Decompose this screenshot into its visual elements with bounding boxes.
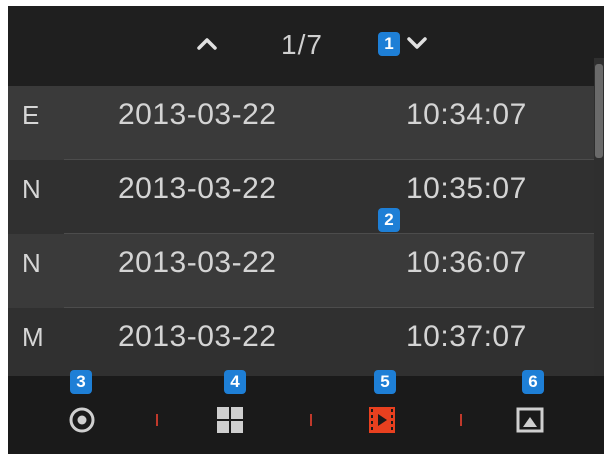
toolbar-divider: [156, 414, 158, 426]
event-date: 2013-03-22: [118, 172, 277, 205]
playback-button[interactable]: [364, 402, 400, 438]
event-type: M: [22, 322, 44, 352]
callout-badge-3: 3: [70, 370, 92, 394]
grid-layout-icon: [217, 407, 243, 433]
page-indicator: 1/7: [281, 29, 323, 60]
chevron-up-icon: [197, 38, 217, 50]
event-type: N: [22, 248, 41, 278]
callout-badge-1: 1: [378, 32, 400, 56]
event-date: 2013-03-22: [118, 320, 277, 353]
list-header: 1/7 1: [8, 6, 604, 86]
event-type: N: [22, 174, 41, 204]
callout-badge-2: 2: [378, 208, 400, 232]
event-time: 10:37:07: [406, 320, 527, 353]
event-row[interactable]: N 2013-03-22 10:36:07: [8, 234, 594, 308]
toolbar-divider: [460, 414, 462, 426]
callout-badge-6: 6: [522, 370, 544, 394]
toolbar-divider: [310, 414, 312, 426]
image-capture-button[interactable]: [512, 402, 548, 438]
page-down-button[interactable]: [402, 28, 432, 58]
event-list-panel: 1/7 1 E 2013-03-22 10:34:07 N 2013-03-22…: [8, 6, 604, 454]
event-row[interactable]: M 2013-03-22 10:37:07: [8, 308, 594, 382]
event-type: E: [22, 100, 40, 130]
scrollbar-thumb[interactable]: [595, 64, 603, 158]
callout-badge-5: 5: [374, 370, 396, 394]
bottom-toolbar: 3 4 5 6: [8, 370, 604, 454]
record-icon: [69, 407, 95, 433]
callout-badge-4: 4: [224, 370, 246, 394]
page-up-button[interactable]: [192, 28, 222, 58]
event-time: 10:36:07: [406, 246, 527, 279]
event-row[interactable]: N 2013-03-22 10:35:07: [8, 160, 594, 234]
record-button[interactable]: [64, 402, 100, 438]
event-time: 10:34:07: [406, 98, 527, 131]
event-time: 10:35:07: [406, 172, 527, 205]
image-capture-icon: [516, 407, 544, 433]
event-row[interactable]: E 2013-03-22 10:34:07: [8, 86, 594, 160]
chevron-down-icon: [407, 37, 427, 49]
event-date: 2013-03-22: [118, 246, 277, 279]
event-date: 2013-03-22: [118, 98, 277, 131]
layout-button[interactable]: [212, 402, 248, 438]
event-list: E 2013-03-22 10:34:07 N 2013-03-22 10:35…: [8, 86, 594, 382]
playback-icon: [369, 407, 395, 433]
list-scrollbar[interactable]: [594, 58, 604, 376]
